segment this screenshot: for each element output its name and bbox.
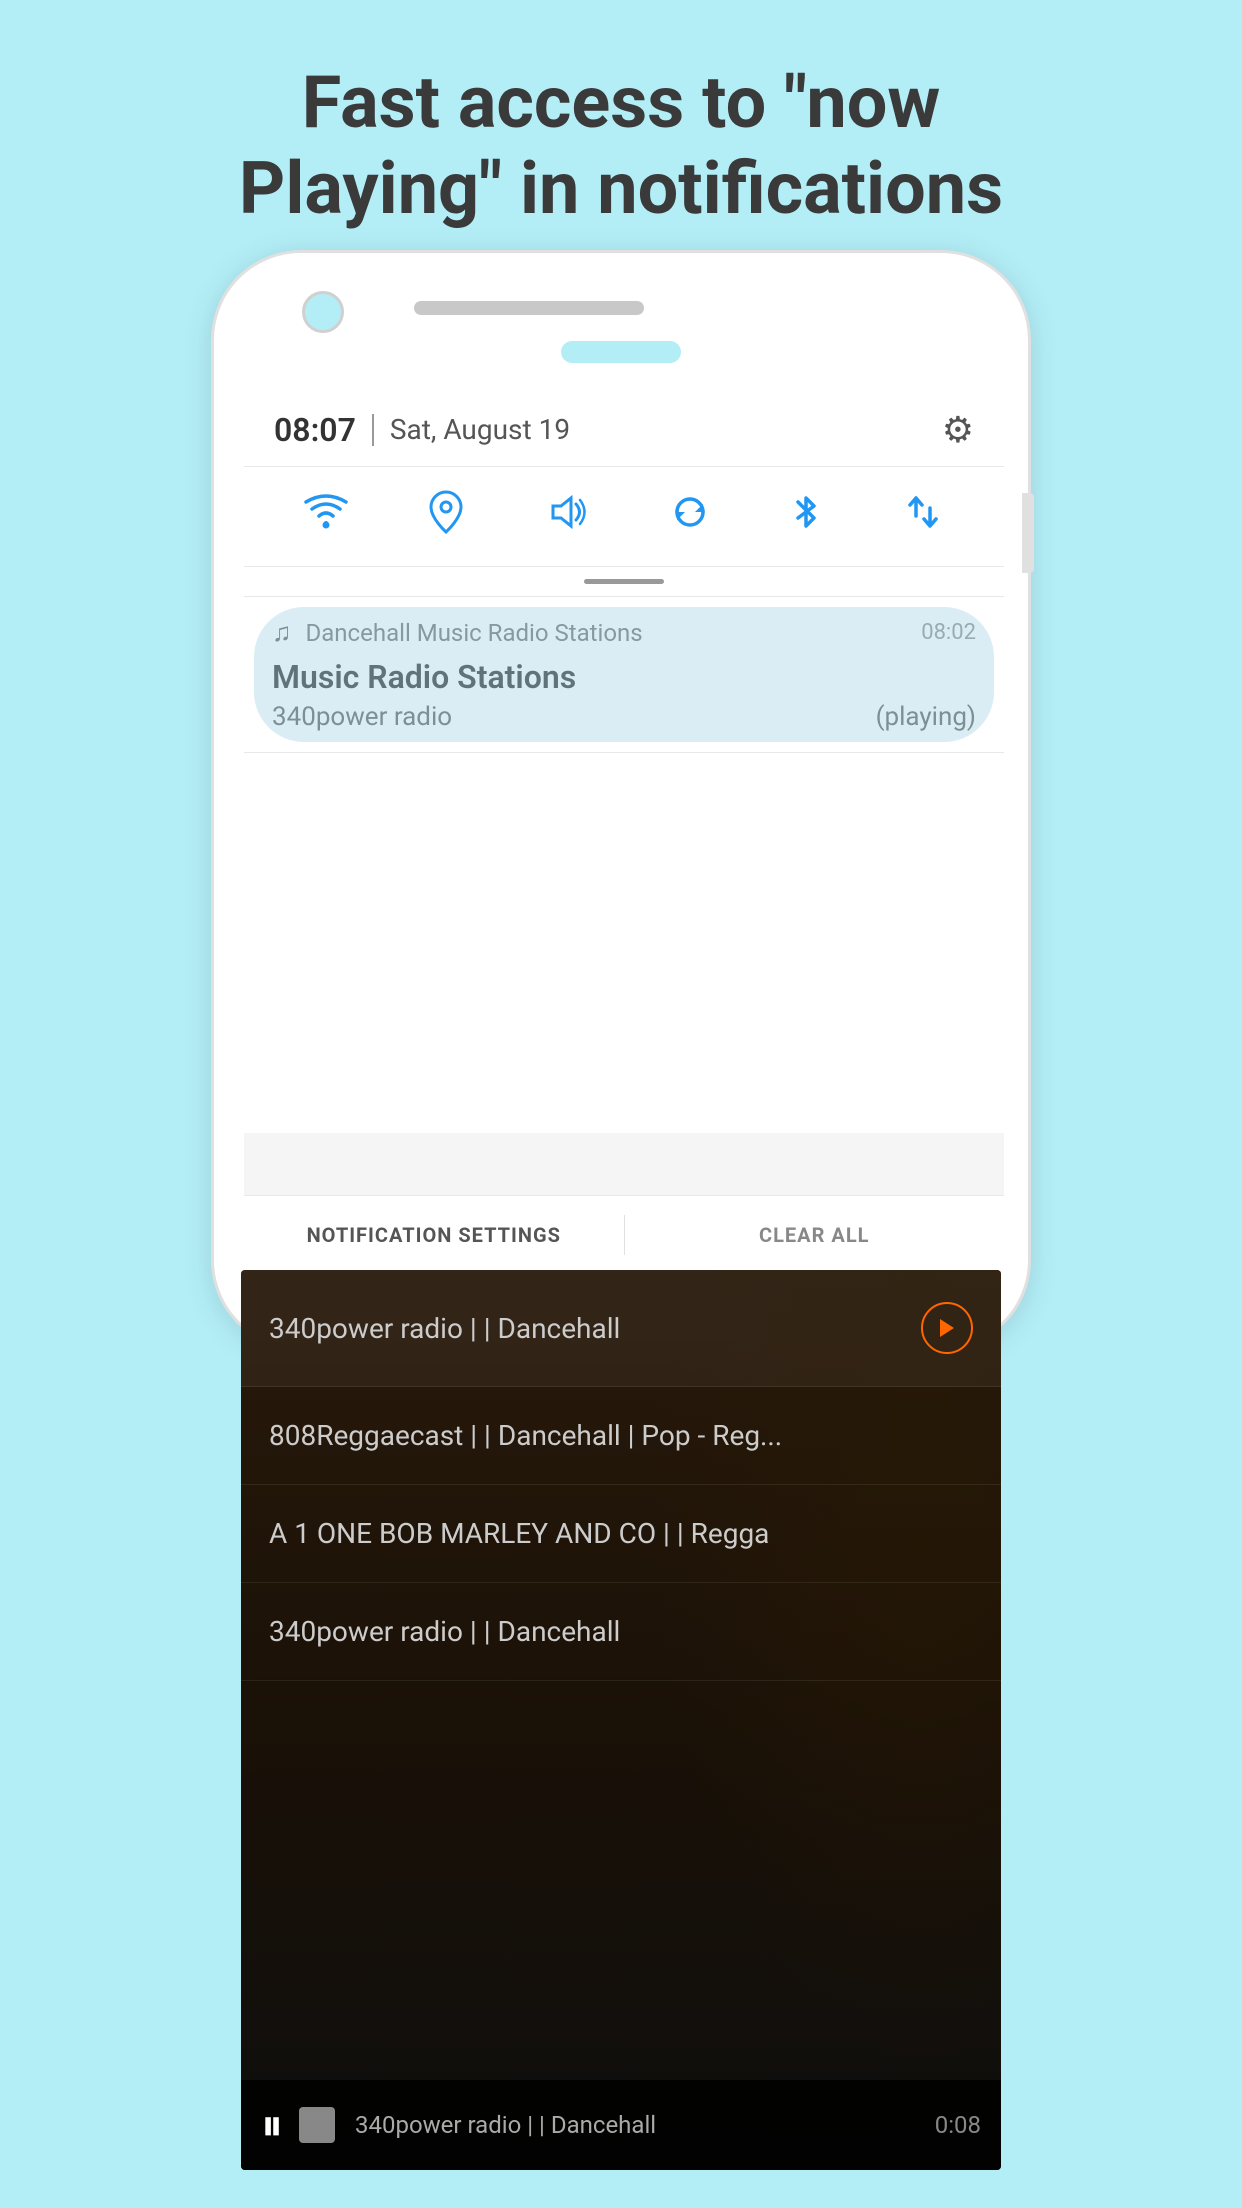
gear-icon[interactable]: ⚙ [942,409,974,451]
status-bar: 08:07 Sat, August 19 ⚙ [244,393,1004,467]
phone-mockup: 08:07 Sat, August 19 ⚙ [211,250,1031,2180]
phone-volume-button [1022,493,1034,573]
clear-all-button[interactable]: CLEAR ALL [625,1223,1005,1247]
station-row-4[interactable]: 340power radio | | Dancehall [241,1583,1001,1681]
notification-header: ♫ Dancehall Music Radio Stations 08:02 [272,617,976,648]
music-note-icon: ♫ [272,617,292,648]
location-icon[interactable] [427,490,465,544]
station-name-1: 340power radio | | Dancehall [269,1312,921,1345]
station-name-3: A 1 ONE BOB MARLEY AND CO | | Regga [269,1517,973,1550]
status-date: Sat, August 19 [390,413,942,446]
stop-button[interactable] [299,2107,335,2143]
station-list: 340power radio | | Dancehall 808Reggaeca… [241,1270,1001,1681]
drag-handle-line [584,579,664,584]
status-time: 08:07 [274,411,356,449]
player-station-name: 340power radio | | Dancehall [355,2111,935,2139]
wifi-icon[interactable] [304,493,348,541]
quick-settings-panel [244,467,1004,567]
player-time: 0:08 [935,2111,981,2139]
volume-icon[interactable] [545,493,589,541]
station-row-2[interactable]: 808Reggaecast | | Dancehall | Pop - Reg.… [241,1387,1001,1485]
headline-line1: Fast access to "now [302,60,940,145]
empty-notification-area [244,753,1004,1133]
notification-bottom-bar: NOTIFICATION SETTINGS CLEAR ALL [244,1195,1004,1273]
phone-camera [302,291,344,333]
station-row-3[interactable]: A 1 ONE BOB MARLEY AND CO | | Regga [241,1485,1001,1583]
notification-status: (playing) [876,702,976,732]
notification-station: 340power radio [272,702,452,732]
data-arrows-icon[interactable] [902,490,944,544]
phone-screen: 08:07 Sat, August 19 ⚙ [244,393,1004,1273]
station-name-2: 808Reggaecast | | Dancehall | Pop - Reg.… [269,1419,973,1452]
sync-icon[interactable] [669,491,711,543]
play-button-1[interactable] [921,1302,973,1354]
station-row-1[interactable]: 340power radio | | Dancehall [241,1270,1001,1387]
notification-card[interactable]: ♫ Dancehall Music Radio Stations 08:02 M… [244,597,1004,753]
notification-time: 08:02 [921,620,976,645]
player-controls: ⏸ [261,2099,335,2151]
phone-speaker [414,301,644,315]
notification-title: Music Radio Stations [272,658,976,696]
status-divider [372,414,374,446]
phone-home-indicator [561,341,681,363]
headline: Fast access to "now Playing" in notifica… [0,0,1242,273]
notification-subtitle: 340power radio (playing) [272,702,976,732]
app-content: 340power radio | | Dancehall 808Reggaeca… [241,1270,1001,2170]
station-name-4: 340power radio | | Dancehall [269,1615,973,1648]
notification-settings-button[interactable]: NOTIFICATION SETTINGS [244,1223,624,1247]
bluetooth-icon[interactable] [790,490,822,544]
phone-shell: 08:07 Sat, August 19 ⚙ [211,250,1031,1350]
player-bar: ⏸ 340power radio | | Dancehall 0:08 [241,2080,1001,2170]
drag-handle [244,567,1004,597]
pause-button[interactable]: ⏸ [261,2099,283,2151]
notification-app-name: Dancehall Music Radio Stations [306,619,922,647]
headline-line2: Playing" in notifications [239,146,1003,231]
